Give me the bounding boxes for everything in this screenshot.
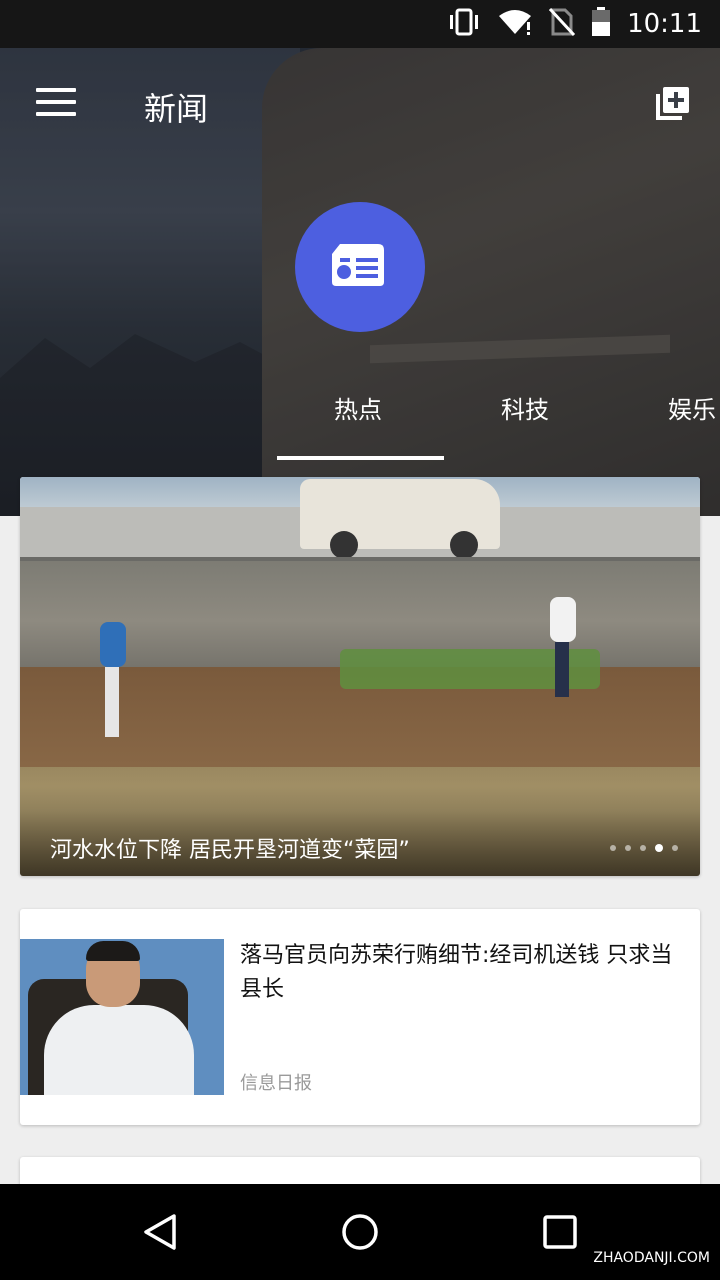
news-source: 信息日报	[240, 1073, 312, 1094]
news-list-item[interactable]: 落马官员向苏荣行贿细节:经司机送钱 只求当县长 信息日报	[20, 909, 700, 1125]
banner-image	[20, 477, 700, 876]
person-blue-shirt	[100, 622, 126, 742]
tab-tech[interactable]: 科技	[501, 390, 549, 425]
news-card-icon	[330, 242, 390, 292]
headline-banner[interactable]: 河水水位下降 居民开垦河道变“菜园”	[20, 477, 700, 876]
tab-indicator	[277, 456, 444, 460]
recents-icon[interactable]	[540, 1212, 580, 1252]
status-icons: 10:11	[447, 7, 702, 41]
wifi-icon	[497, 8, 533, 40]
menu-icon[interactable]	[36, 88, 76, 118]
van	[300, 479, 500, 559]
category-badge	[295, 202, 425, 332]
battery-icon	[591, 7, 611, 41]
status-time: 10:11	[627, 9, 702, 39]
vibrate-icon	[447, 8, 481, 40]
carousel-dot	[610, 845, 616, 851]
watermark: ZHAODANJI.COM	[589, 1248, 714, 1268]
home-icon[interactable]	[340, 1212, 380, 1252]
add-library-icon[interactable]	[654, 86, 690, 122]
banner-caption: 河水水位下降 居民开垦河道变“菜园”	[50, 838, 410, 863]
app-bar: 新闻	[0, 48, 720, 160]
carousel-dots	[610, 844, 678, 852]
carousel-dot	[625, 845, 631, 851]
tab-hot[interactable]: 热点	[334, 390, 382, 425]
carousel-dot	[672, 845, 678, 851]
status-bar: 10:11	[0, 0, 720, 48]
person-white-shirt	[550, 597, 576, 697]
carousel-dot-active	[655, 844, 663, 852]
page-title: 新闻	[144, 90, 209, 128]
news-title: 落马官员向苏荣行贿细节:经司机送钱 只求当县长	[240, 943, 673, 1002]
no-sim-icon	[548, 7, 576, 40]
news-thumbnail	[20, 939, 224, 1095]
category-tabs: 热点 科技 娱乐	[0, 390, 720, 460]
tab-entertainment[interactable]: 娱乐	[668, 390, 716, 425]
carousel-dot	[640, 845, 646, 851]
back-icon[interactable]	[140, 1212, 180, 1252]
